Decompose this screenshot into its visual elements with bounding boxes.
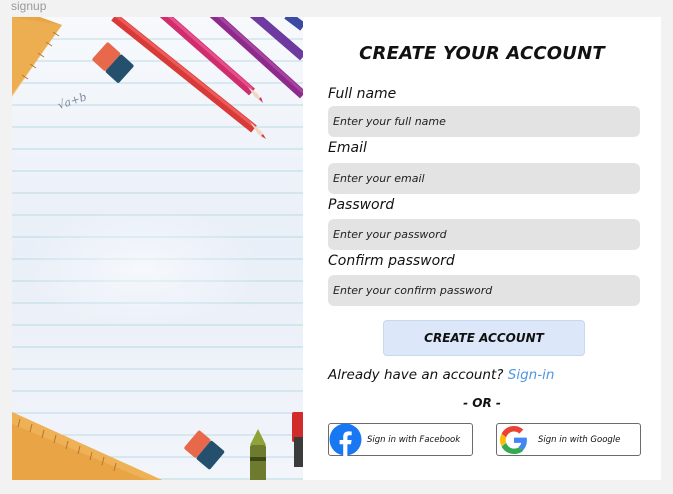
frame-label: signup [11,0,47,13]
sign-in-link[interactable]: Sign-in [508,367,555,383]
email-label: Email [328,140,367,156]
or-divider: - OR - [463,396,501,410]
illustration-svg: √a+b [12,17,303,480]
email-input[interactable] [328,163,640,194]
create-account-button[interactable]: CREATE ACCOUNT [383,320,585,356]
stationery-illustration: √a+b [12,17,303,480]
password-input[interactable] [328,219,640,250]
full-name-label: Full name [328,86,397,102]
already-have-account: Already have an account? Sign-in [328,367,554,383]
full-name-input[interactable] [328,106,640,137]
facebook-signin-button[interactable]: Sign in with Facebook [328,423,473,456]
password-label: Password [328,197,395,213]
already-text: Already have an account? [328,367,504,383]
facebook-icon [329,423,362,456]
google-icon [497,423,530,456]
confirm-password-label: Confirm password [328,253,455,269]
google-signin-button[interactable]: Sign in with Google [496,423,641,456]
form-title: CREATE YOUR ACCOUNT [359,43,605,64]
signup-form: CREATE YOUR ACCOUNT Full name Email Pass… [303,17,661,480]
signup-frame: √a+b CREATE YOUR ACCOUNT Full name Enter… [12,17,661,480]
facebook-signin-label: Sign in with Facebook [367,434,461,445]
confirm-password-input[interactable] [328,275,640,306]
google-signin-label: Sign in with Google [538,434,621,445]
